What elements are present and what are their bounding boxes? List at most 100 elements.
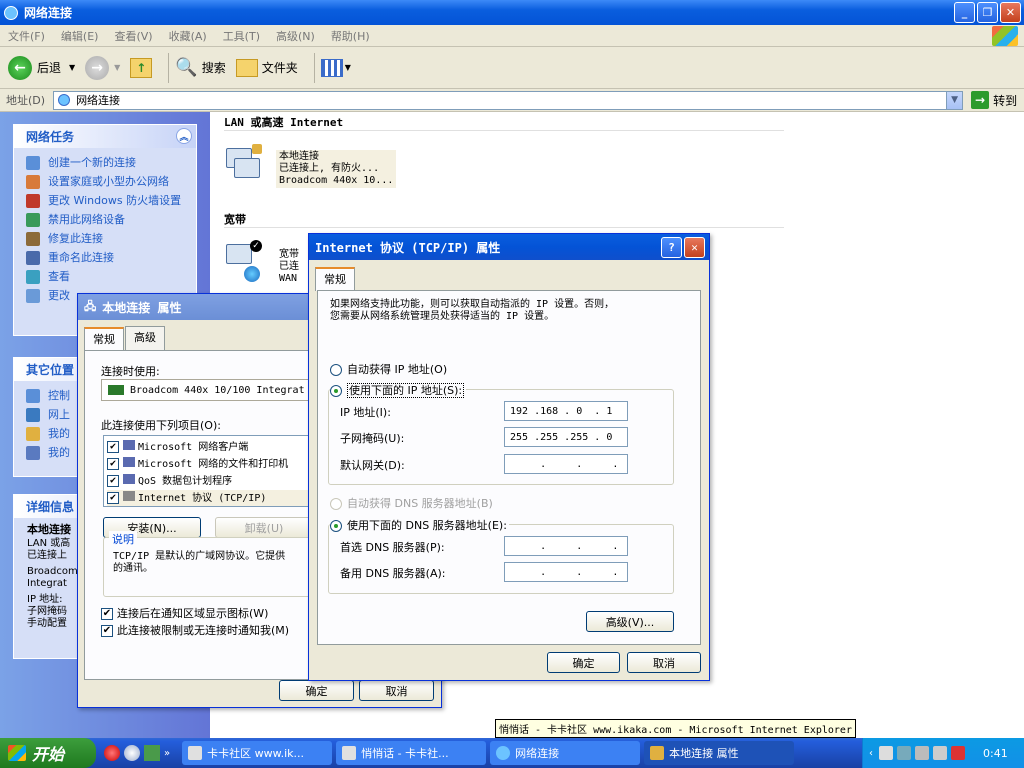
task-repair[interactable]: 修复此连接 xyxy=(14,229,196,248)
menu-help[interactable]: 帮助(H) xyxy=(331,28,370,44)
start-button[interactable]: 开始 xyxy=(0,738,96,768)
checkbox[interactable]: ✔ xyxy=(107,492,119,504)
task-button[interactable]: 本地连接 属性 xyxy=(644,741,795,765)
auto-ip-option[interactable]: 自动获得 IP 地址(O) xyxy=(330,361,447,377)
tab-general[interactable]: 常规 xyxy=(84,327,124,351)
manual-ip-option[interactable]: 使用下面的 IP 地址(S): xyxy=(330,382,467,398)
search-button[interactable]: 🔍 搜索 xyxy=(175,57,225,78)
subnet-mask-input[interactable]: 255 .255 .255 . 0 xyxy=(504,427,628,447)
cancel-button[interactable]: 取消 xyxy=(627,652,701,673)
panel-title: 详细信息 xyxy=(26,500,75,514)
chevron-right-icon[interactable]: » xyxy=(164,748,170,759)
list-item[interactable]: ✔ Microsoft 网络的文件和打印机 xyxy=(107,456,329,473)
tray-icon[interactable] xyxy=(879,746,893,760)
tab-general[interactable]: 常规 xyxy=(315,267,355,291)
disable-device-icon xyxy=(26,213,40,227)
uninstall-button[interactable]: 卸载(U) xyxy=(215,517,313,538)
quick-launch-icon[interactable] xyxy=(104,745,120,761)
task-button[interactable]: 卡卡社区 www.ik... xyxy=(182,741,333,765)
radio-button[interactable] xyxy=(330,364,342,376)
close-button[interactable]: ✕ xyxy=(1000,2,1021,23)
description-line: 的通讯。 xyxy=(113,563,153,574)
checkbox[interactable]: ✔ xyxy=(101,625,113,637)
close-button[interactable]: ✕ xyxy=(684,237,705,258)
lan-connection-icon[interactable] xyxy=(224,144,264,188)
manual-dns-option[interactable]: 使用下面的 DNS 服务器地址(E): xyxy=(330,517,509,533)
protocol-icon xyxy=(123,491,135,501)
checkbox[interactable]: ✔ xyxy=(107,458,119,470)
menu-file[interactable]: 文件(F) xyxy=(8,28,45,44)
task-view-status[interactable]: 查看 xyxy=(14,267,196,286)
clock[interactable]: 0:41 xyxy=(983,747,1008,760)
menu-view[interactable]: 查看(V) xyxy=(114,28,152,44)
chevron-left-icon[interactable]: ‹ xyxy=(869,748,873,759)
connection-device: Broadcom 440x 10... xyxy=(279,175,394,186)
quick-launch-icon[interactable] xyxy=(144,745,160,761)
panel-header[interactable]: 网络任务 ︽ xyxy=(14,125,196,148)
views-button[interactable]: ▼ xyxy=(320,58,351,77)
go-button[interactable]: → 转到 xyxy=(971,91,1017,109)
gateway-input[interactable]: . . . xyxy=(504,454,628,474)
ok-button[interactable]: 确定 xyxy=(547,652,620,673)
task-firewall[interactable]: 更改 Windows 防火墙设置 xyxy=(14,191,196,210)
radio-button[interactable] xyxy=(330,498,342,510)
share-icon xyxy=(123,457,135,467)
broadband-connection-icon[interactable]: ✓ xyxy=(224,240,264,284)
task-button[interactable]: 悄悄话 - 卡卡社... xyxy=(336,741,487,765)
menu-edit[interactable]: 编辑(E) xyxy=(61,28,99,44)
address-input[interactable]: 网络连接 ▼ xyxy=(53,90,964,110)
checkbox[interactable]: ✔ xyxy=(101,608,113,620)
menu-favorites[interactable]: 收藏(A) xyxy=(169,28,207,44)
alternate-dns-input[interactable]: . . . xyxy=(504,562,628,582)
collapse-icon[interactable]: ︽ xyxy=(176,128,192,144)
chevron-down-icon[interactable]: ▼ xyxy=(946,91,963,109)
advanced-button[interactable]: 高级(V)... xyxy=(586,611,674,632)
radio-button[interactable] xyxy=(330,385,342,397)
lan-connection-item[interactable]: 本地连接 已连接上, 有防火... Broadcom 440x 10... xyxy=(276,150,397,188)
go-arrow-icon: → xyxy=(971,91,990,109)
chevron-down-icon[interactable]: ▼ xyxy=(69,63,75,72)
folders-button[interactable]: 文件夹 xyxy=(235,58,298,77)
menu-advanced[interactable]: 高级(N) xyxy=(276,28,315,44)
notify-option-2[interactable]: ✔ 此连接被限制或无连接时通知我(M) xyxy=(101,622,289,638)
back-button[interactable]: ← 后退 ▼ xyxy=(8,55,75,80)
tray-icon[interactable] xyxy=(951,746,965,760)
ok-button[interactable]: 确定 xyxy=(279,680,354,701)
tab-advanced[interactable]: 高级 xyxy=(125,326,165,350)
radio-button[interactable] xyxy=(330,520,342,532)
notify-option-1[interactable]: ✔ 连接后在通知区域显示图标(W) xyxy=(101,605,268,621)
task-rename[interactable]: 重命名此连接 xyxy=(14,248,196,267)
preferred-dns-input[interactable]: . . . xyxy=(504,536,628,556)
auto-dns-option[interactable]: 自动获得 DNS 服务器地址(B) xyxy=(330,495,493,511)
tray-icon[interactable] xyxy=(897,746,911,760)
list-item[interactable]: ✔ QoS 数据包计划程序 xyxy=(107,473,329,490)
broadband-connection-item[interactable]: 宽带 已连 WAN xyxy=(276,248,306,286)
tray-icon[interactable] xyxy=(933,746,947,760)
cancel-button[interactable]: 取消 xyxy=(359,680,434,701)
adapter-field: Broadcom 440x 10/100 Integrat xyxy=(101,379,331,401)
task-disable-device[interactable]: 禁用此网络设备 xyxy=(14,210,196,229)
menu-tools[interactable]: 工具(T) xyxy=(223,28,260,44)
minimize-button[interactable]: _ xyxy=(954,2,975,23)
dns-group xyxy=(328,524,674,594)
task-label: 禁用此网络设备 xyxy=(48,213,125,226)
address-bar: 地址(D) 网络连接 ▼ → 转到 xyxy=(0,89,1024,112)
help-button[interactable]: ? xyxy=(661,237,682,258)
tray-icon[interactable] xyxy=(915,746,929,760)
task-button[interactable]: 网络连接 xyxy=(490,741,641,765)
back-arrow-icon: ← xyxy=(8,55,32,80)
task-label: 网络连接 xyxy=(515,747,560,760)
checkbox[interactable]: ✔ xyxy=(107,441,119,453)
task-home-network[interactable]: 设置家庭或小型办公网络 xyxy=(14,172,196,191)
intro-line: 如果网络支持此功能，则可以获取自动指派的 IP 设置。否则， xyxy=(330,299,615,310)
up-folder-button[interactable]: ↑ xyxy=(130,57,153,78)
ie-icon xyxy=(342,746,357,760)
ip-address-input[interactable]: 192 .168 . 0 . 1 xyxy=(504,401,628,421)
forward-button[interactable]: → ▼ xyxy=(85,55,120,80)
restore-button[interactable]: ❐ xyxy=(977,2,998,23)
checkbox[interactable]: ✔ xyxy=(107,475,119,487)
list-item[interactable]: ✔ Microsoft 网络客户端 xyxy=(107,439,329,456)
task-create-connection[interactable]: 创建一个新的连接 xyxy=(14,153,196,172)
list-item[interactable]: ✔ Internet 协议 (TCP/IP) xyxy=(107,490,329,506)
quick-launch-icon[interactable] xyxy=(124,745,140,761)
